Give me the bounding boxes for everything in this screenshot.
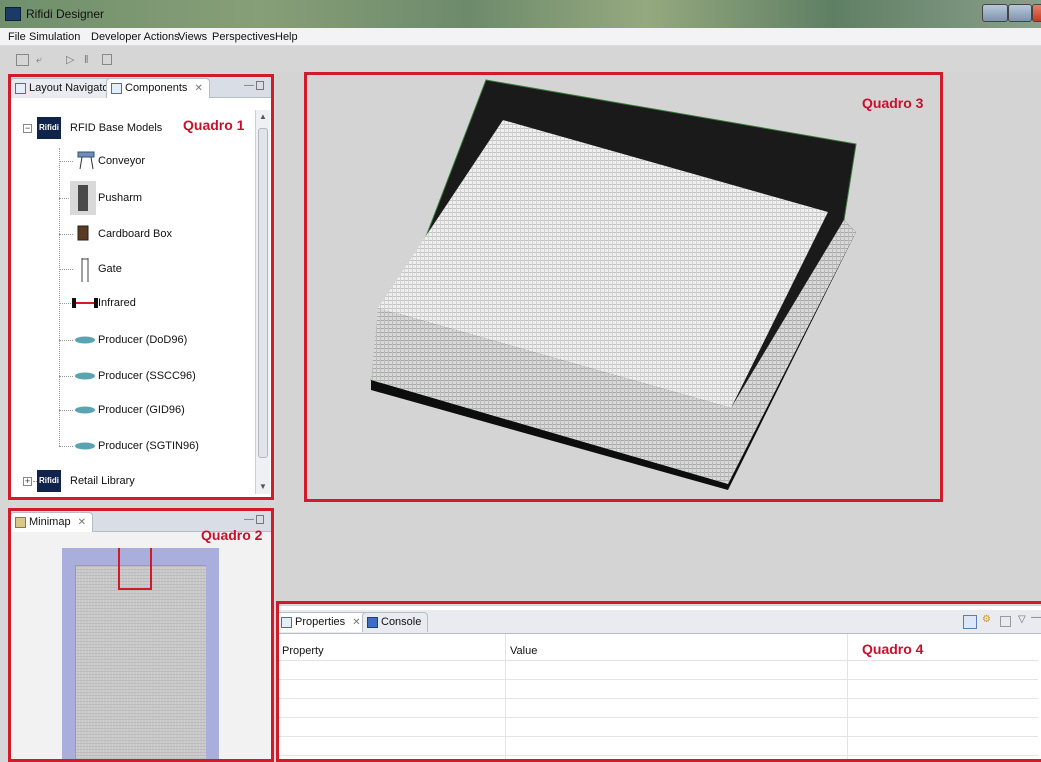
layout-3d-view[interactable] [276,72,1041,600]
expand-toggle[interactable]: + [23,477,32,486]
conveyor-icon [77,151,95,170]
table-row [278,717,1038,718]
minimap-panel: Minimap ✕ — [10,510,272,762]
menu-help[interactable]: Help [275,31,298,43]
menu-file[interactable]: File [8,31,26,43]
minimize-view-icon[interactable]: — [1031,612,1041,623]
column-header-value[interactable]: Value [510,642,537,660]
tree-root-rfid-base-models[interactable]: RFID Base Models [70,122,162,134]
tree-scrollbar[interactable]: ▲ ▼ [255,110,270,494]
minimize-view-icon[interactable]: — [244,514,254,525]
rifidi-logo-icon: Rifidi [37,470,61,492]
stop-icon[interactable] [102,54,112,65]
producer-icon [75,406,95,414]
menu-views[interactable]: Views [178,31,207,43]
tree-item-infrared[interactable]: Infrared [98,297,136,309]
tree-item-gate[interactable]: Gate [98,263,122,275]
tree-item-conveyor[interactable]: Conveyor [98,155,145,167]
maximize-view-icon[interactable] [256,515,264,524]
window-title: Rifidi Designer [26,7,105,21]
tab-minimap[interactable]: Minimap ✕ [10,512,94,532]
components-icon [111,83,122,94]
table-row [278,736,1038,737]
advanced-props-icon[interactable]: ⚙ [982,614,991,625]
toolbar: ⤶ ▷ ‖ [0,46,1041,72]
infrared-icon [72,298,98,308]
pusharm-icon [70,181,96,215]
tree-item-producer-gid96[interactable]: Producer (GID96) [98,404,185,416]
annotation-label-4: Quadro 4 [862,641,924,657]
tree-guide [59,148,60,446]
app-icon [5,7,21,21]
grid-icon[interactable] [16,54,29,66]
properties-tabbar: Properties ✕ Console ⚙ ▽ — [276,610,1041,634]
minimize-button[interactable] [982,4,1008,22]
tree-item-producer-sgtin96[interactable]: Producer (SGTIN96) [98,440,199,452]
tab-layout-navigator[interactable]: Layout Navigator [10,78,120,98]
title-bar: Rifidi Designer [0,0,1041,28]
properties-panel: Properties ✕ Console ⚙ ▽ — [276,606,1041,762]
floor-3d-render [370,79,857,490]
table-row [278,660,1038,661]
tree-item-cardboard-box[interactable]: Cardboard Box [98,228,172,240]
producer-icon [75,336,95,344]
menu-bar: File Simulation Developer Actions Views … [0,28,1041,46]
table-row [278,755,1038,756]
close-tab-icon[interactable]: ✕ [194,83,202,94]
producer-icon [75,372,95,380]
close-tab-icon[interactable]: ✕ [78,517,86,528]
maximize-button[interactable] [1008,4,1032,22]
minimap-frame [62,548,219,762]
navigator-icon [15,83,26,94]
pointer-icon[interactable]: ⤶ [36,55,42,66]
producer-icon [75,442,95,450]
tree-item-producer-dod96[interactable]: Producer (DoD96) [98,334,187,346]
maximize-view-icon[interactable] [256,81,264,90]
components-tabbar: Layout Navigator Components ✕ — [10,76,272,98]
collapse-toggle[interactable]: − [23,124,32,133]
minimap-icon [15,517,26,528]
tree-item-producer-sscc96[interactable]: Producer (SSCC96) [98,370,196,382]
pause-icon[interactable]: ‖ [84,55,89,66]
tab-properties[interactable]: Properties ✕ [276,612,368,632]
scrollbar-thumb[interactable] [258,128,268,458]
table-row [278,698,1038,699]
minimize-view-icon[interactable]: — [244,80,254,91]
restore-default-icon[interactable] [1000,616,1011,627]
tree-item-pusharm[interactable]: Pusharm [98,192,142,204]
components-panel: Layout Navigator Components ✕ — [10,76,272,498]
close-tab-icon[interactable]: ✕ [352,617,360,628]
view-menu-icon[interactable]: ▽ [1018,614,1026,625]
categories-toggle-icon[interactable] [963,615,977,629]
scroll-up-icon[interactable]: ▲ [259,112,267,121]
annotation-label-3: Quadro 3 [862,95,924,111]
menu-perspectives[interactable]: Perspectives [212,31,275,43]
menu-developer-actions[interactable]: Developer Actions [91,31,180,43]
rifidi-logo-icon: Rifidi [37,117,61,139]
annotation-label-1: Quadro 1 [183,117,245,133]
console-icon [367,617,378,628]
annotation-label-2: Quadro 2 [201,527,263,543]
close-button[interactable] [1032,4,1041,22]
menu-simulation[interactable]: Simulation [29,31,80,43]
cardboard-box-icon [77,225,89,241]
minimap-floor [75,565,206,762]
scroll-down-icon[interactable]: ▼ [259,482,267,491]
tab-components[interactable]: Components ✕ [106,78,210,98]
tab-console[interactable]: Console [362,612,429,632]
gate-icon [81,258,89,282]
tree-root-retail-library[interactable]: Retail Library [70,475,135,487]
play-icon[interactable]: ▷ [66,55,74,66]
minimap-viewport-indicator[interactable] [118,548,152,590]
properties-icon [281,617,292,628]
column-header-property[interactable]: Property [282,642,324,660]
table-row [278,679,1038,680]
